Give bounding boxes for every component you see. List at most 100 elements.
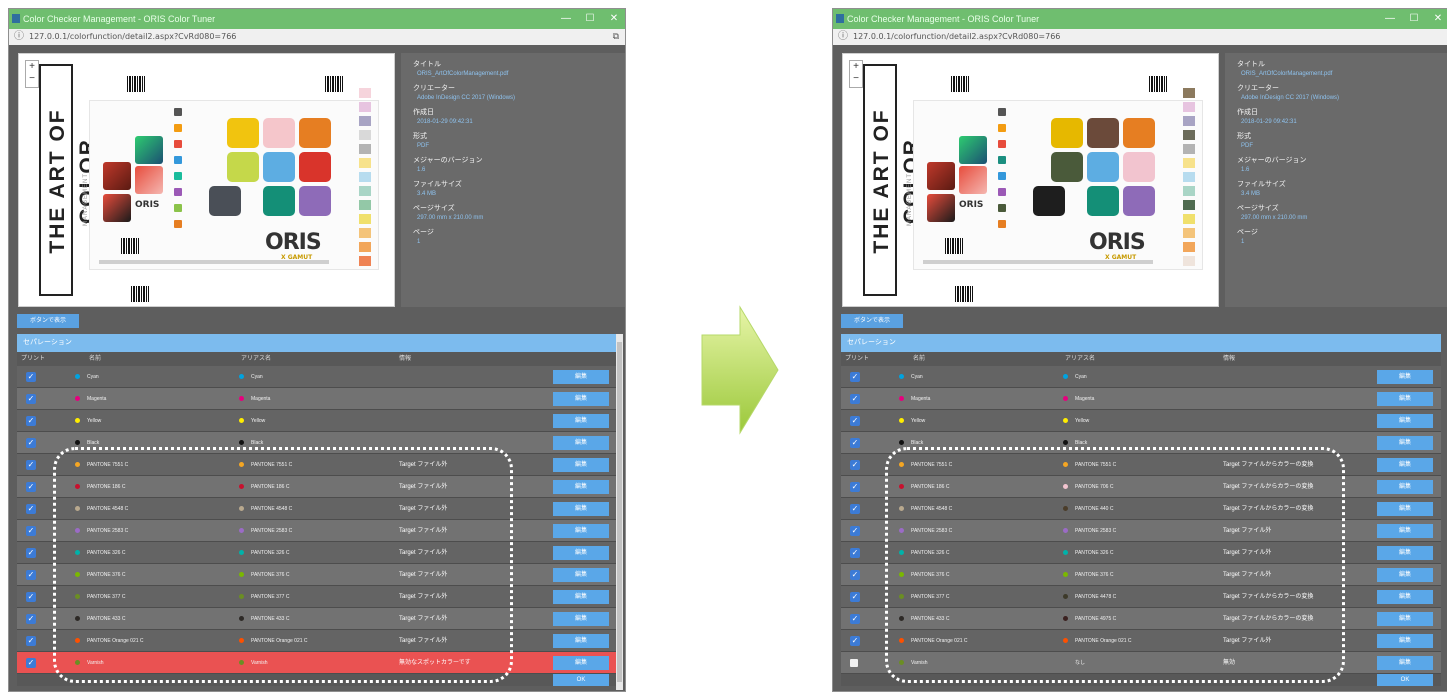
- print-checkbox[interactable]: ✓: [26, 394, 36, 404]
- minimize-button[interactable]: —: [555, 9, 577, 29]
- swatch-dot: [75, 396, 80, 401]
- alias-swatch-dot: [1063, 484, 1068, 489]
- alias-swatch-dot: [239, 484, 244, 489]
- zoom-out-button[interactable]: −: [26, 73, 38, 85]
- close-button[interactable]: ✕: [603, 9, 625, 29]
- show-separations-button[interactable]: ボタンで表示: [17, 314, 79, 328]
- edit-button[interactable]: 編集: [1377, 524, 1433, 538]
- edit-button[interactable]: 編集: [1377, 656, 1433, 670]
- edit-button[interactable]: 編集: [553, 656, 609, 670]
- print-checkbox[interactable]: ✓: [850, 372, 860, 382]
- print-checkbox[interactable]: ✓: [26, 504, 36, 514]
- print-checkbox[interactable]: ✓: [850, 526, 860, 536]
- print-checkbox[interactable]: ✓: [26, 372, 36, 382]
- edit-button[interactable]: 編集: [553, 392, 609, 406]
- print-checkbox[interactable]: ✓: [26, 460, 36, 470]
- ok-button[interactable]: OK: [553, 674, 609, 686]
- edit-button[interactable]: 編集: [553, 458, 609, 472]
- print-checkbox[interactable]: ✓: [850, 659, 858, 668]
- edit-button[interactable]: 編集: [1377, 480, 1433, 494]
- maximize-button[interactable]: ☐: [579, 9, 601, 29]
- ok-button[interactable]: OK: [1377, 674, 1433, 686]
- print-checkbox[interactable]: ✓: [850, 592, 860, 602]
- edit-button[interactable]: 編集: [553, 568, 609, 582]
- address-bar[interactable]: ⓘ 127.0.0.1/colorfunction/detail2.aspx?C…: [9, 29, 625, 45]
- edit-button[interactable]: 編集: [553, 480, 609, 494]
- print-checkbox[interactable]: ✓: [26, 438, 36, 448]
- separation-name: Black: [87, 440, 100, 446]
- swatch-strip: [359, 242, 371, 252]
- print-checkbox[interactable]: ✓: [26, 548, 36, 558]
- edit-button[interactable]: 編集: [553, 634, 609, 648]
- edit-button[interactable]: 編集: [1377, 612, 1433, 626]
- print-checkbox[interactable]: ✓: [26, 636, 36, 646]
- print-checkbox[interactable]: ✓: [850, 482, 860, 492]
- print-checkbox[interactable]: ✓: [850, 438, 860, 448]
- print-checkbox[interactable]: ✓: [850, 548, 860, 558]
- show-separations-button[interactable]: ボタンで表示: [841, 314, 903, 328]
- edit-button[interactable]: 編集: [1377, 370, 1433, 384]
- separation-row: ✓ PANTONE 433 C PANTONE 4975 C Target ファイルか…: [841, 608, 1441, 630]
- edit-button[interactable]: 編集: [1377, 590, 1433, 604]
- edit-button[interactable]: 編集: [553, 590, 609, 604]
- print-checkbox[interactable]: ✓: [850, 570, 860, 580]
- print-checkbox[interactable]: ✓: [26, 592, 36, 602]
- alias-name: Magenta: [1075, 396, 1095, 402]
- print-checkbox[interactable]: ✓: [26, 570, 36, 580]
- edit-button[interactable]: 編集: [553, 502, 609, 516]
- print-checkbox[interactable]: ✓: [850, 504, 860, 514]
- edit-button[interactable]: 編集: [1377, 392, 1433, 406]
- color-square: [1051, 152, 1083, 182]
- alias-name: PANTONE 7551 C: [251, 462, 293, 468]
- scrollbar[interactable]: [616, 334, 623, 690]
- minimize-button[interactable]: —: [1379, 9, 1401, 29]
- print-checkbox[interactable]: ✓: [850, 416, 860, 426]
- edit-button[interactable]: 編集: [1377, 458, 1433, 472]
- edit-button[interactable]: 編集: [553, 524, 609, 538]
- address-bar[interactable]: ⓘ 127.0.0.1/colorfunction/detail2.aspx?C…: [833, 29, 1447, 45]
- alias-name: PANTONE 326 C: [251, 550, 290, 556]
- print-checkbox[interactable]: ✓: [26, 526, 36, 536]
- edit-button[interactable]: 編集: [1377, 634, 1433, 648]
- scrollbar-thumb[interactable]: [617, 342, 622, 682]
- zoom-in-button[interactable]: +: [26, 61, 38, 73]
- swatch-dot: [899, 616, 904, 621]
- swatch-dot: [899, 506, 904, 511]
- edit-button[interactable]: 編集: [1377, 414, 1433, 428]
- swatch-strip: [1183, 88, 1195, 98]
- photo-thumb: [103, 162, 131, 190]
- print-checkbox[interactable]: ✓: [26, 416, 36, 426]
- close-button[interactable]: ✕: [1427, 9, 1447, 29]
- edit-button[interactable]: 編集: [553, 436, 609, 450]
- color-square: [1033, 186, 1065, 216]
- alias-name: Yellow: [251, 418, 266, 424]
- alias-name: なし: [1075, 660, 1086, 666]
- print-checkbox[interactable]: ✓: [850, 460, 860, 470]
- separation-list: ✓ Cyan Cyan 編集 ✓ Magenta Magenta 編集 ✓ Yellow Yello…: [841, 366, 1441, 674]
- edit-button[interactable]: 編集: [1377, 502, 1433, 516]
- print-checkbox[interactable]: ✓: [850, 614, 860, 624]
- edit-button[interactable]: 編集: [553, 370, 609, 384]
- color-square: [227, 118, 259, 148]
- edit-button[interactable]: 編集: [553, 612, 609, 626]
- edit-button[interactable]: 編集: [553, 414, 609, 428]
- col-alias: アリアス名: [1065, 356, 1096, 362]
- zoom-in-button[interactable]: +: [850, 61, 862, 73]
- photo-thumb: [959, 166, 987, 194]
- edit-button[interactable]: 編集: [553, 546, 609, 560]
- edit-button[interactable]: 編集: [1377, 568, 1433, 582]
- edit-button[interactable]: 編集: [1377, 436, 1433, 450]
- print-checkbox[interactable]: ✓: [850, 636, 860, 646]
- print-checkbox[interactable]: ✓: [850, 394, 860, 404]
- separation-row: ✓ Yellow Yellow 編集: [17, 410, 617, 432]
- edit-button[interactable]: 編集: [1377, 546, 1433, 560]
- separation-row: ✓ Black Black 編集: [17, 432, 617, 454]
- maximize-button[interactable]: ☐: [1403, 9, 1425, 29]
- meta-key: 形式: [1237, 133, 1251, 140]
- zoom-out-button[interactable]: −: [850, 73, 862, 85]
- print-checkbox[interactable]: ✓: [26, 658, 36, 668]
- reader-icon[interactable]: ⧉: [613, 29, 619, 45]
- print-checkbox[interactable]: ✓: [26, 614, 36, 624]
- print-checkbox[interactable]: ✓: [26, 482, 36, 492]
- separations-header: セパレーション: [17, 334, 617, 352]
